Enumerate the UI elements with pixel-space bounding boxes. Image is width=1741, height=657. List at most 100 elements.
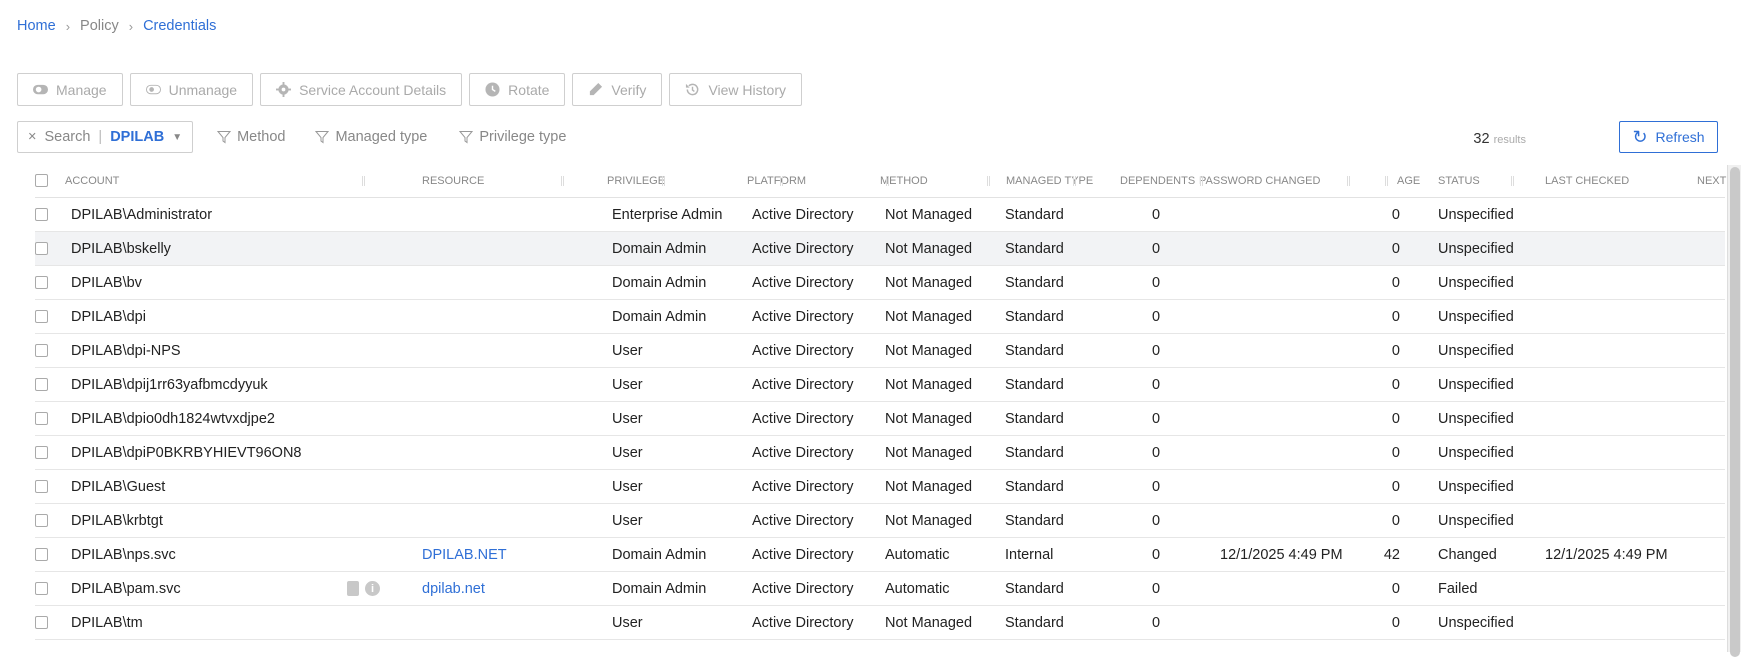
cell-account: DPILAB\dpi-NPS [71, 342, 181, 359]
credentials-table: Account Resource Privilege Platform Method Ma… [35, 164, 1726, 640]
column-resize-handle[interactable] [886, 176, 889, 186]
column-header-managed-type[interactable]: Managed type [1006, 164, 1093, 197]
select-all-checkbox[interactable] [35, 174, 48, 187]
row-checkbox[interactable] [35, 616, 48, 629]
cell-method: Not Managed [885, 614, 973, 631]
vertical-scrollbar[interactable] [1727, 165, 1741, 657]
row-checkbox[interactable] [35, 412, 48, 425]
table-row[interactable]: DPILAB\dpij1rr63yafbmcdyyuk User Active Di… [35, 368, 1725, 402]
column-header-dependents[interactable]: Dependents [1120, 164, 1195, 197]
cell-status: Failed [1438, 580, 1478, 597]
privilege-type-filter[interactable]: Privilege type [459, 129, 566, 145]
column-resize-handle[interactable] [362, 176, 365, 186]
cell-status: Unspecified [1438, 444, 1514, 461]
cell-managed-type: Standard [1005, 478, 1064, 495]
row-checkbox[interactable] [35, 378, 48, 391]
cell-method: Not Managed [885, 206, 973, 223]
unmanage-button[interactable]: Unmanage [129, 73, 254, 106]
table-row[interactable]: DPILAB\dpio0dh1824wtvxdjpe2 User Active Di… [35, 402, 1725, 436]
row-checkbox[interactable] [35, 548, 48, 561]
search-filter[interactable]: × Search | DPILAB ▼ [17, 121, 194, 153]
column-resize-handle[interactable] [987, 176, 990, 186]
row-checkbox[interactable] [35, 344, 48, 357]
table-row[interactable]: DPILAB\nps.svc DPILAB.NET Domain Admin Acti… [35, 538, 1725, 572]
column-header-password-changed[interactable]: Password changed [1199, 164, 1320, 197]
column-header-last-checked[interactable]: Last checked [1545, 164, 1629, 197]
table-row[interactable]: DPILAB\bskelly Domain Admin Active Directo… [35, 232, 1725, 266]
cell-status: Unspecified [1438, 274, 1514, 291]
refresh-button[interactable]: ↻ Refresh [1619, 121, 1718, 153]
column-header-account[interactable]: Account [65, 164, 119, 197]
cell-resource[interactable]: DPILAB.NET [422, 538, 507, 571]
cell-platform: Active Directory [752, 376, 854, 393]
table-row[interactable]: DPILAB\Guest User Active Directory Not Mana… [35, 470, 1725, 504]
column-resize-handle[interactable] [1347, 176, 1350, 186]
breadcrumb-policy[interactable]: Policy [80, 18, 119, 34]
method-filter[interactable]: Method [217, 129, 285, 145]
table-row[interactable]: DPILAB\dpi-NPS User Active Directory Not Ma… [35, 334, 1725, 368]
column-header-resource[interactable]: Resource [422, 164, 484, 197]
cell-dependents: 0 [1152, 478, 1161, 495]
row-checkbox[interactable] [35, 208, 48, 221]
table-row[interactable]: DPILAB\tm User Active Directory Not Managed… [35, 606, 1725, 640]
row-checkbox[interactable] [35, 514, 48, 527]
rotate-button[interactable]: Rotate [469, 73, 566, 106]
column-resize-handle[interactable] [1385, 176, 1388, 186]
column-resize-handle[interactable] [662, 176, 665, 186]
table-row[interactable]: DPILAB\dpi Domain Admin Active Directory No… [35, 300, 1725, 334]
cell-resource[interactable]: dpilab.net [422, 572, 485, 605]
row-checkbox[interactable] [35, 310, 48, 323]
column-header-next[interactable]: Next [1697, 164, 1726, 197]
table-row[interactable]: DPILAB\krbtgt User Active Directory Not Man… [35, 504, 1725, 538]
row-checkbox[interactable] [35, 480, 48, 493]
table-row[interactable]: DPILAB\bv Domain Admin Active Directory Not… [35, 266, 1725, 300]
cell-account: DPILAB\Guest [71, 478, 166, 495]
row-checkbox[interactable] [35, 582, 48, 595]
cell-age: 0 [1391, 308, 1400, 325]
filter-icon [459, 131, 474, 144]
column-header-platform[interactable]: Platform [747, 164, 806, 197]
breadcrumb-home[interactable]: Home [17, 18, 56, 34]
column-header-privilege[interactable]: Privilege [607, 164, 665, 197]
managed-type-filter[interactable]: Managed type [315, 129, 427, 145]
caret-down-icon[interactable]: ▼ [172, 132, 182, 143]
cell-managed-type: Standard [1005, 614, 1064, 631]
row-checkbox[interactable] [35, 446, 48, 459]
manage-button[interactable]: Manage [17, 73, 123, 106]
view-history-button[interactable]: View History [669, 73, 802, 106]
info-icon[interactable]: i [365, 581, 380, 596]
cell-age: 0 [1391, 240, 1400, 257]
results-label: results [1493, 134, 1526, 146]
column-resize-handle[interactable] [1200, 176, 1203, 186]
cell-method: Automatic [885, 580, 950, 597]
column-resize-handle[interactable] [780, 176, 783, 186]
column-header-age[interactable]: Age [1397, 164, 1420, 197]
cell-managed-type: Standard [1005, 274, 1064, 291]
column-header-status[interactable]: Status [1438, 164, 1480, 197]
chevron-right-icon: › [128, 18, 134, 34]
cell-age: 0 [1391, 206, 1400, 223]
cell-privilege: Domain Admin [612, 240, 707, 257]
clear-search-icon[interactable]: × [28, 129, 36, 145]
service-account-details-button[interactable]: Service Account Details [260, 73, 463, 106]
table-row[interactable]: DPILAB\pam.svc dpilab.net Domain Admin Acti… [35, 572, 1725, 606]
table-row[interactable]: DPILAB\Administrator Enterprise Admin Acti… [35, 198, 1725, 232]
cell-status: Changed [1438, 546, 1497, 563]
row-checkbox[interactable] [35, 242, 48, 255]
column-resize-handle[interactable] [561, 176, 564, 186]
column-resize-handle[interactable] [1511, 176, 1514, 186]
cell-method: Not Managed [885, 342, 973, 359]
column-resize-handle[interactable] [1073, 176, 1076, 186]
verify-button[interactable]: Verify [572, 73, 663, 106]
row-checkbox[interactable] [35, 276, 48, 289]
cell-age: 0 [1391, 512, 1400, 529]
scrollbar-thumb[interactable] [1730, 167, 1740, 657]
table-row[interactable]: DPILAB\dpiP0BKRBYHIEVT96ON8 User Active Di… [35, 436, 1725, 470]
table-body: DPILAB\Administrator Enterprise Admin Acti… [35, 198, 1725, 640]
method-filter-label: Method [237, 129, 286, 145]
cell-age: 0 [1391, 478, 1400, 495]
breadcrumb-credentials[interactable]: Credentials [143, 18, 216, 34]
clipboard-icon[interactable] [347, 581, 359, 596]
cell-status: Unspecified [1438, 614, 1514, 631]
refresh-icon: ↻ [1632, 126, 1648, 147]
